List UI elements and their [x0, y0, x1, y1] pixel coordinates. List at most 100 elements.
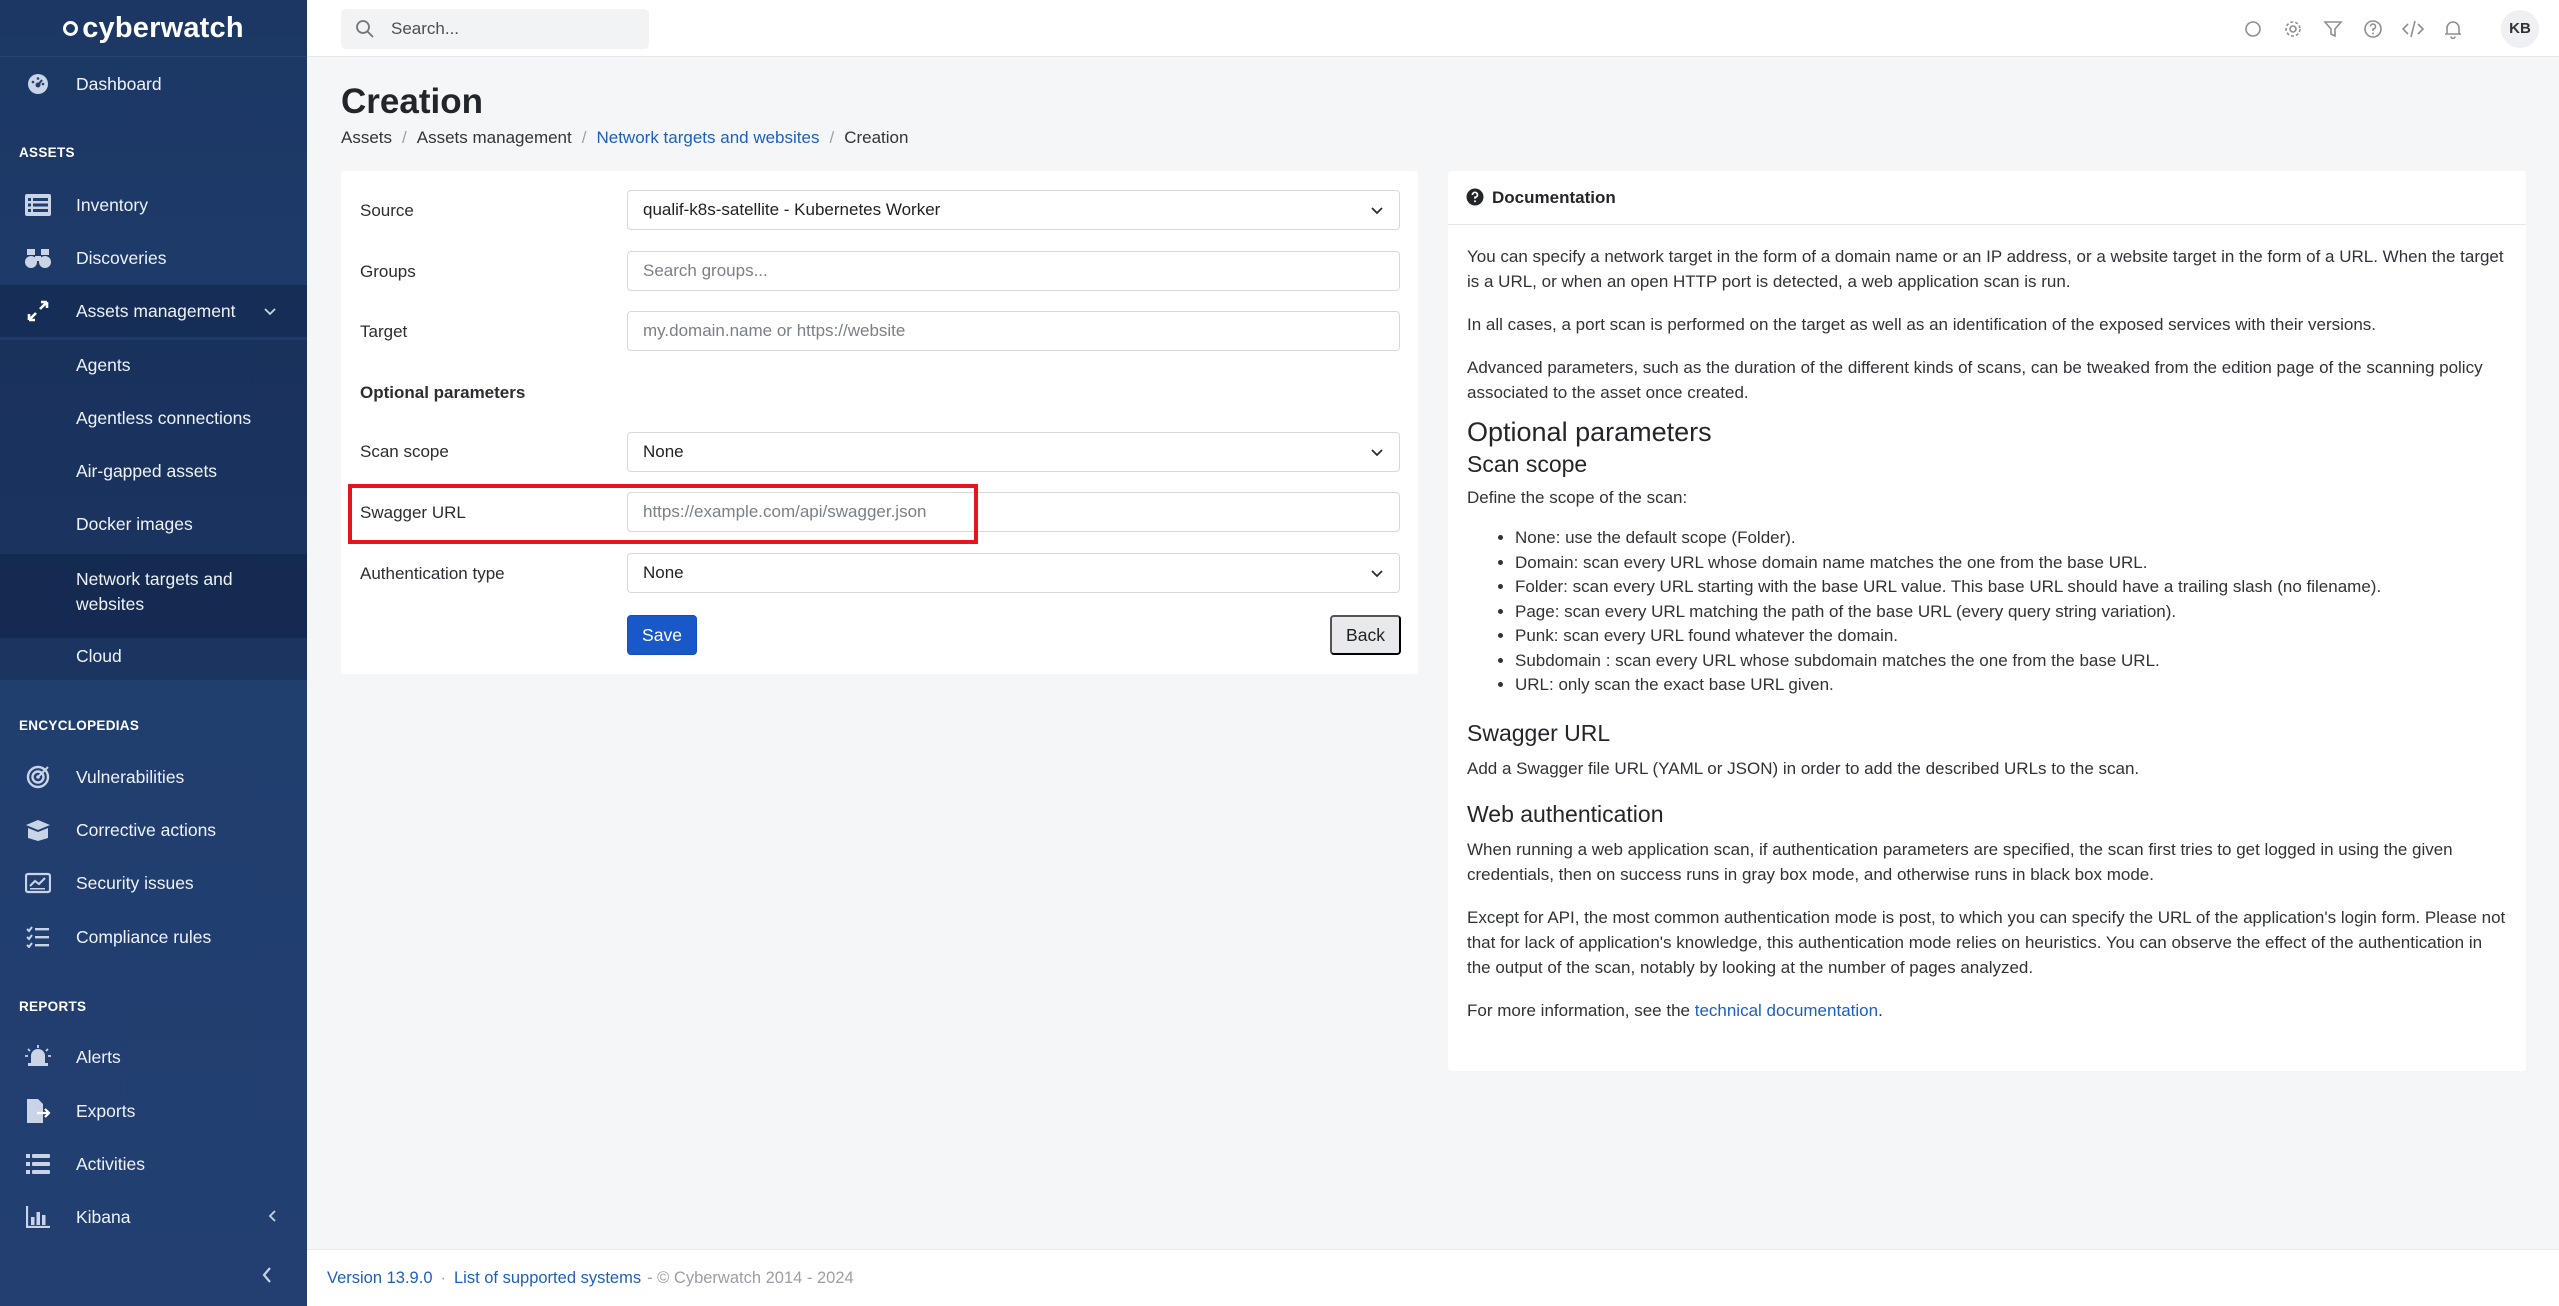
file-export-icon: [25, 1098, 51, 1124]
global-search: [341, 9, 649, 49]
breadcrumb-assets: Assets: [341, 128, 393, 147]
documentation-title: Documentation: [1492, 188, 1616, 207]
breadcrumb: Assets / Assets management / Network tar…: [341, 128, 908, 148]
list-icon: [25, 192, 51, 218]
documentation-header: Documentation: [1448, 171, 2526, 225]
sidebar-subitem-air-gapped-assets[interactable]: Air-gapped assets: [76, 461, 217, 482]
box-icon: [25, 817, 51, 843]
topbar-actions: KB: [2241, 0, 2539, 57]
breadcrumb-creation: Creation: [844, 128, 909, 147]
brand-logo[interactable]: cyberwatch: [0, 0, 307, 57]
groups-multiselect[interactable]: Search groups...: [627, 251, 1400, 291]
list-item: None: use the default scope (Folder).: [1515, 526, 2507, 551]
scan-scope-selected-value: None: [643, 442, 684, 461]
doc-heading-web-authentication: Web authentication: [1467, 800, 1664, 827]
sidebar-item-label: Security issues: [76, 872, 194, 893]
sidebar-item-label: Activities: [76, 1153, 146, 1174]
search-input[interactable]: [391, 17, 631, 41]
breadcrumb-separator: /: [581, 128, 587, 147]
list-item: Subdomain : scan every URL whose subdoma…: [1515, 649, 2507, 674]
sidebar-item-compliance-rules[interactable]: Compliance rules: [0, 911, 307, 963]
source-selected-value: qualif-k8s-satellite - Kubernetes Worker: [643, 200, 941, 219]
sidebar-subitem-cloud[interactable]: Cloud: [76, 646, 122, 667]
gear-icon[interactable]: [2281, 17, 2305, 41]
sidebar-subitem-agents[interactable]: Agents: [76, 355, 130, 376]
sidebar-item-assets-management[interactable]: Assets management: [0, 285, 307, 337]
sidebar-item-kibana[interactable]: Kibana: [0, 1191, 307, 1243]
sidebar-item-label: Corrective actions: [76, 819, 217, 840]
groups-placeholder: Search groups...: [643, 261, 768, 280]
filter-icon[interactable]: [2321, 17, 2345, 41]
sidebar-subitem-agentless-connections[interactable]: Agentless connections: [76, 408, 251, 429]
authentication-type-selected-value: None: [643, 563, 684, 582]
swagger-url-highlight-box: [348, 484, 978, 544]
doc-heading-swagger-url: Swagger URL: [1467, 719, 1611, 746]
target-placeholder: my.domain.name or https://website: [643, 321, 906, 340]
breadcrumb-assets-management: Assets management: [416, 128, 572, 147]
doc-heading-optional-parameters: Optional parameters: [1467, 417, 1712, 447]
question-circle-icon: [1466, 188, 1484, 211]
section-encyclopedias: ENCYCLOPEDIAS: [19, 718, 140, 733]
search-icon: [355, 19, 375, 44]
sidebar-item-security-issues[interactable]: Security issues: [0, 857, 307, 909]
dashboard-gauge-icon: [25, 71, 51, 97]
sidebar-item-vulnerabilities[interactable]: Vulnerabilities: [0, 751, 307, 803]
sidebar-item-label: Alerts: [76, 1046, 121, 1067]
supported-systems-link[interactable]: List of supported systems: [454, 1269, 641, 1288]
documentation-body: You can specify a network target in the …: [1467, 244, 2507, 1041]
doc-paragraph: In all cases, a port scan is performed o…: [1467, 315, 2377, 334]
sidebar-item-discoveries[interactable]: Discoveries: [0, 232, 307, 284]
sidebar-subitem-docker-images[interactable]: Docker images: [76, 514, 193, 535]
page-title: Creation: [341, 82, 483, 121]
bell-icon[interactable]: [2441, 17, 2465, 41]
doc-more-info: For more information, see the technical …: [1467, 998, 2507, 1023]
sidebar-item-dashboard[interactable]: Dashboard: [0, 58, 307, 110]
target-label: Target: [360, 322, 408, 341]
doc-more-prefix: For more information, see the: [1467, 1000, 1695, 1020]
sidebar-item-inventory[interactable]: Inventory: [0, 179, 307, 231]
doc-paragraph: Advanced parameters, such as the duratio…: [1467, 358, 2483, 402]
back-button[interactable]: Back: [1330, 615, 1401, 655]
status-circle-icon[interactable]: [2241, 17, 2265, 41]
authentication-type-label: Authentication type: [360, 564, 505, 583]
chevron-down-icon: [1369, 445, 1385, 465]
creation-form: Source qualif-k8s-satellite - Kubernetes…: [341, 171, 1418, 674]
scan-scope-select[interactable]: None: [627, 432, 1400, 472]
code-icon[interactable]: [2401, 17, 2425, 41]
save-button[interactable]: Save: [627, 615, 697, 655]
chevron-down-icon: [1369, 566, 1385, 586]
breadcrumb-separator: /: [402, 128, 407, 147]
help-icon[interactable]: [2361, 17, 2385, 41]
source-select[interactable]: qualif-k8s-satellite - Kubernetes Worker: [627, 190, 1400, 230]
doc-paragraph: Except for API, the most common authenti…: [1467, 907, 2506, 977]
sidebar-subitem-network-targets[interactable]: Network targets and websites: [76, 567, 233, 617]
chevron-down-icon: [1369, 203, 1385, 223]
collapse-sidebar-icon[interactable]: [260, 1266, 274, 1289]
sidebar-subitem-label: Network targets and: [76, 569, 233, 589]
scan-scope-label: Scan scope: [360, 442, 449, 461]
sidebar-item-activities[interactable]: Activities: [0, 1138, 307, 1190]
activity-list-icon: [25, 1151, 51, 1177]
sidebar-item-label: Kibana: [76, 1206, 131, 1227]
monitor-chart-icon: [25, 870, 51, 896]
technical-documentation-link[interactable]: technical documentation: [1695, 1001, 1878, 1020]
version-link[interactable]: Version 13.9.0: [327, 1269, 433, 1288]
section-reports: REPORTS: [19, 999, 87, 1014]
target-input[interactable]: my.domain.name or https://website: [627, 311, 1400, 351]
copyright-text: - © Cyberwatch 2014 - 2024: [647, 1268, 854, 1287]
scan-scope-list: None: use the default scope (Folder). Do…: [1515, 526, 2507, 698]
sidebar-item-alerts[interactable]: Alerts: [0, 1031, 307, 1083]
footer: Version 13.9.0 · List of supported syste…: [307, 1249, 2559, 1306]
user-avatar[interactable]: KB: [2501, 9, 2539, 48]
chevron-left-icon: [267, 1207, 277, 1228]
sidebar-item-corrective-actions[interactable]: Corrective actions: [0, 804, 307, 856]
breadcrumb-separator: /: [829, 128, 835, 147]
list-item: Punk: scan every URL found whatever the …: [1515, 624, 2507, 649]
sidebar-item-exports[interactable]: Exports: [0, 1085, 307, 1137]
authentication-type-select[interactable]: None: [627, 553, 1400, 593]
sidebar-item-label: Exports: [76, 1100, 136, 1121]
optional-parameters-heading: Optional parameters: [360, 383, 526, 402]
brand-name: cyberwatch: [82, 11, 244, 44]
sidebar-item-label: Discoveries: [76, 247, 167, 268]
breadcrumb-network-targets[interactable]: Network targets and websites: [596, 128, 819, 148]
